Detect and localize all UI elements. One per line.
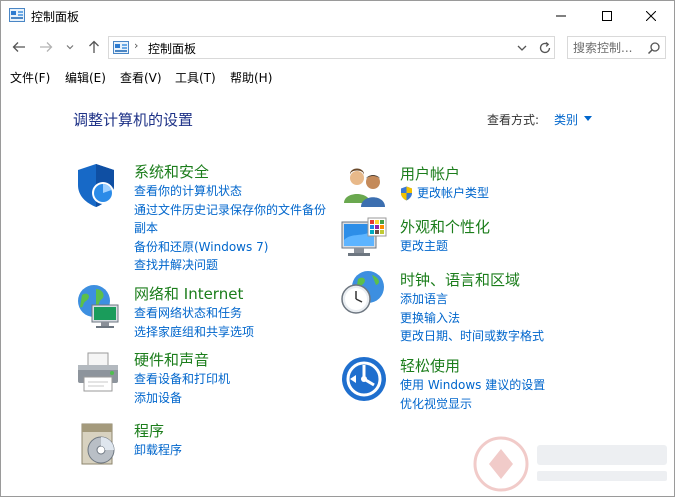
link-view-computer-status[interactable]: 查看你的计算机状态 xyxy=(134,182,326,201)
link-change-account-type[interactable]: 更改帐户类型 xyxy=(400,184,489,203)
menu-file[interactable]: 文件(F) xyxy=(10,69,50,86)
back-arrow-icon xyxy=(12,42,25,52)
close-icon xyxy=(646,11,656,21)
minimize-button[interactable] xyxy=(538,1,584,31)
category-title[interactable]: 网络和 Internet xyxy=(134,283,243,304)
link-devices-printers[interactable]: 查看设备和打印机 xyxy=(134,370,230,389)
maximize-button[interactable] xyxy=(584,1,630,31)
back-button[interactable] xyxy=(10,37,28,57)
search-input[interactable] xyxy=(573,40,643,55)
link-network-status[interactable]: 查看网络状态和任务 xyxy=(134,304,254,323)
view-by-arrow-icon[interactable] xyxy=(584,116,592,121)
shield-icon[interactable] xyxy=(74,161,122,209)
link-backup-restore[interactable]: 备份和还原(Windows 7) xyxy=(134,238,326,257)
close-button[interactable] xyxy=(628,1,674,31)
control-panel-icon xyxy=(9,8,25,22)
uac-shield-icon xyxy=(401,186,412,201)
link-uninstall-program[interactable]: 卸载程序 xyxy=(134,441,182,460)
link-change-theme[interactable]: 更改主题 xyxy=(400,237,448,256)
link-troubleshoot[interactable]: 查找并解决问题 xyxy=(134,256,326,275)
category-title[interactable]: 系统和安全 xyxy=(134,161,209,182)
link-add-device[interactable]: 添加设备 xyxy=(134,389,230,408)
control-panel-icon xyxy=(113,41,129,54)
title-bar: 控制面板 xyxy=(1,1,674,31)
link-homegroup-sharing[interactable]: 选择家庭组和共享选项 xyxy=(134,323,254,342)
monitor-palette-icon[interactable] xyxy=(340,216,388,264)
chevron-down-icon xyxy=(66,45,74,50)
users-icon[interactable] xyxy=(340,163,388,211)
up-button[interactable] xyxy=(85,37,103,57)
link-windows-suggested-settings[interactable]: 使用 Windows 建议的设置 xyxy=(400,376,545,395)
navigation-bar: › 控制面板 xyxy=(1,33,674,61)
recent-locations-button[interactable] xyxy=(64,37,76,57)
menu-bar: 文件(F) 编辑(E) 查看(V) 工具(T) 帮助(H) xyxy=(1,67,674,87)
ease-of-access-icon[interactable] xyxy=(340,355,388,403)
category-title[interactable]: 时钟、语言和区域 xyxy=(400,269,520,290)
breadcrumb-separator[interactable]: › xyxy=(134,39,138,52)
minimize-icon xyxy=(556,15,566,17)
address-bar[interactable]: › 控制面板 xyxy=(108,36,555,59)
up-arrow-icon xyxy=(89,40,99,53)
maximize-icon xyxy=(602,11,612,21)
watermark-logo xyxy=(473,436,667,492)
page-title: 调整计算机的设置 xyxy=(73,111,194,129)
view-by-dropdown[interactable]: 类别 xyxy=(554,111,578,128)
menu-edit[interactable]: 编辑(E) xyxy=(65,69,106,86)
printer-icon[interactable] xyxy=(74,349,122,397)
window-title: 控制面板 xyxy=(31,10,80,24)
category-title[interactable]: 外观和个性化 xyxy=(400,216,490,237)
link-file-history-backup-cont[interactable]: 副本 xyxy=(134,219,326,238)
breadcrumb-control-panel[interactable]: 控制面板 xyxy=(148,40,196,57)
link-add-language[interactable]: 添加语言 xyxy=(400,290,544,309)
network-globe-icon[interactable] xyxy=(74,283,122,331)
control-panel-window: 控制面板 › 控制面板 搜索控制... 文件(F) 编辑(E) 查看(V) 工具… xyxy=(0,0,675,497)
link-label: 更改帐户类型 xyxy=(417,186,490,200)
menu-help[interactable]: 帮助(H) xyxy=(230,69,272,86)
category-title[interactable]: 硬件和声音 xyxy=(134,349,209,370)
link-change-input-method[interactable]: 更换输入法 xyxy=(400,309,544,328)
forward-arrow-icon xyxy=(40,42,53,52)
category-title[interactable]: 用户帐户 xyxy=(400,163,460,184)
search-icon[interactable] xyxy=(647,41,661,55)
category-title[interactable]: 程序 xyxy=(134,420,164,441)
menu-view[interactable]: 查看(V) xyxy=(120,69,162,86)
category-title[interactable]: 轻松使用 xyxy=(400,355,460,376)
link-date-time-format[interactable]: 更改日期、时间或数字格式 xyxy=(400,327,544,346)
refresh-icon[interactable] xyxy=(537,40,553,56)
search-box[interactable] xyxy=(567,36,666,59)
clock-globe-icon[interactable] xyxy=(340,269,388,317)
link-file-history-backup[interactable]: 通过文件历史记录保存你的文件备份 xyxy=(134,201,326,220)
forward-button[interactable] xyxy=(37,37,55,57)
menu-tools[interactable]: 工具(T) xyxy=(175,69,216,86)
view-by-label: 查看方式: xyxy=(487,113,540,127)
chevron-down-icon[interactable] xyxy=(515,41,529,55)
programs-disc-icon[interactable] xyxy=(74,420,122,468)
